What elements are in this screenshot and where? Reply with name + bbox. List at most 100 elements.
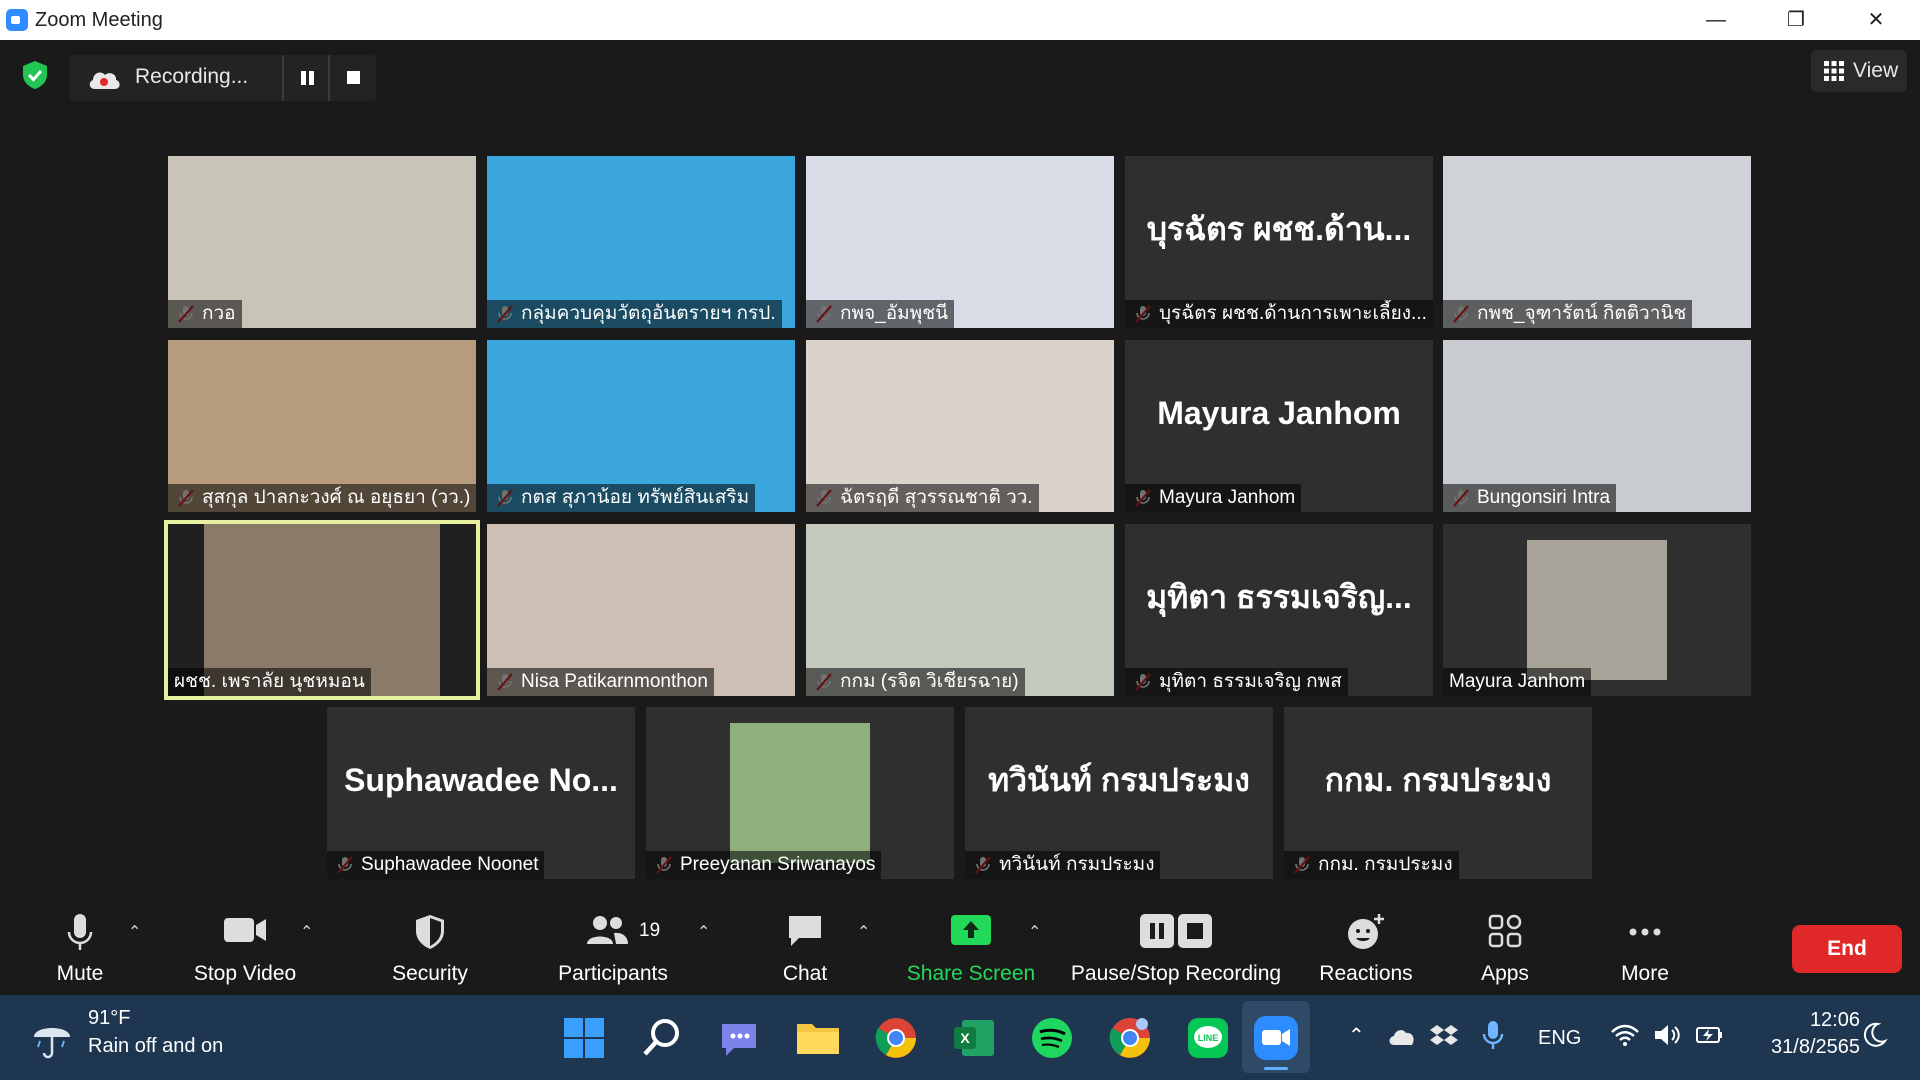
video-camera-icon	[224, 918, 266, 942]
stop-recording-button[interactable]	[328, 55, 376, 101]
pause-recording-button[interactable]	[282, 55, 330, 101]
video-tile[interactable]: มุทิตา ธรรมเจริญ... มุทิตา ธรรมเจริญ กพส	[1125, 524, 1433, 696]
microphone-icon	[67, 914, 93, 950]
tile-name-display	[806, 524, 1114, 670]
svg-text:X: X	[960, 1030, 970, 1046]
pause-icon	[301, 71, 314, 85]
apps-icon	[1488, 914, 1522, 948]
end-meeting-button[interactable]: End	[1792, 925, 1902, 973]
video-tile[interactable]: สุสกุล ปาลกะวงศ์ ณ อยุธยา (วว.)	[168, 340, 476, 512]
video-options-caret-icon[interactable]: ⌃	[300, 922, 313, 942]
chat-options-caret-icon[interactable]: ⌃	[857, 922, 870, 942]
tile-name-label: ผชช. เพราลัย นุชหมอน	[168, 668, 371, 696]
pause-stop-recording-button[interactable]: Pause/Stop Recording	[1068, 900, 1284, 995]
video-tile[interactable]: Suphawadee No... Suphawadee Noonet	[327, 707, 635, 879]
stop-video-button[interactable]: Stop Video	[180, 900, 310, 995]
search-icon[interactable]	[636, 1012, 688, 1064]
wifi-icon[interactable]	[1610, 1023, 1640, 1047]
active-app-indicator	[1264, 1067, 1288, 1070]
tile-name-display: บุรฉัตร ผชช.ด้าน...	[1146, 210, 1412, 247]
video-tile[interactable]: Mayura Janhom	[1443, 524, 1751, 696]
tile-name-label: ทวินันท์ กรมประมง	[965, 851, 1161, 879]
reactions-icon	[1348, 914, 1384, 949]
video-tile[interactable]: Mayura Janhom Mayura Janhom	[1125, 340, 1433, 512]
video-tile[interactable]: ฉัตรฤดี สุวรรณชาติ วว.	[806, 340, 1114, 512]
tile-name-display	[806, 156, 1114, 302]
pause-stop-recording-label: Pause/Stop Recording	[1070, 962, 1282, 985]
system-clock[interactable]: 12:06 31/8/2565	[1740, 1009, 1860, 1059]
tile-name-display	[806, 340, 1114, 486]
onedrive-icon[interactable]	[1386, 1025, 1418, 1047]
spotify-icon[interactable]	[1026, 1012, 1078, 1064]
cloud-recording-icon	[89, 72, 120, 89]
microphone-in-use-icon[interactable]	[1482, 1019, 1504, 1053]
minimize-button[interactable]: —	[1676, 0, 1756, 40]
title-bar: Zoom Meeting — ❐ ✕	[0, 0, 1920, 40]
tile-name-display	[487, 340, 795, 486]
tile-name-display	[168, 524, 476, 670]
participants-label: Participants	[558, 962, 668, 985]
tile-name-label: กพจ_อัมพุชนี	[806, 300, 955, 328]
tile-name-display	[487, 524, 795, 670]
video-tile[interactable]: กกม. กรมประมง กกม. กรมประมง	[1284, 707, 1592, 879]
clock-date: 31/8/2565	[1771, 1036, 1860, 1058]
video-tile[interactable]: กพจ_อัมพุชนี	[806, 156, 1114, 328]
show-hidden-icons-caret-icon[interactable]: ⌃	[1348, 1023, 1365, 1048]
video-tile[interactable]: กลุ่มควบคุมวัตถุอันตรายฯ กรป.	[487, 156, 795, 328]
video-tile[interactable]: กตส สุภาน้อย ทรัพย์สินเสริม	[487, 340, 795, 512]
apps-button[interactable]: Apps	[1465, 900, 1545, 995]
tile-name-display: มุทิตา ธรรมเจริญ...	[1146, 578, 1412, 615]
chat-button[interactable]: Chat	[765, 900, 845, 995]
participants-count: 19	[639, 920, 661, 941]
dropbox-icon[interactable]	[1430, 1021, 1458, 1049]
tile-name-display: Suphawadee No...	[344, 761, 618, 798]
video-tile[interactable]: Preeyanan Sriwanayos	[646, 707, 954, 879]
participants-options-caret-icon[interactable]: ⌃	[697, 922, 710, 942]
share-screen-button[interactable]: Share Screen	[903, 900, 1039, 995]
clock-time: 12:06	[1809, 1009, 1860, 1031]
recording-indicator: Recording...	[70, 55, 376, 101]
file-explorer-icon[interactable]	[792, 1012, 844, 1064]
svg-text:LINE: LINE	[1198, 1033, 1219, 1043]
chrome-icon[interactable]	[870, 1012, 922, 1064]
restore-button[interactable]: ❐	[1756, 0, 1836, 40]
security-button[interactable]: Security	[380, 900, 480, 995]
battery-charging-icon[interactable]	[1694, 1023, 1724, 1047]
teams-chat-icon[interactable]	[714, 1012, 766, 1064]
video-tile[interactable]: Nisa Patikarnmonthon	[487, 524, 795, 696]
reactions-button[interactable]: Reactions	[1316, 900, 1416, 995]
view-button[interactable]: View	[1811, 50, 1907, 92]
more-label: More	[1621, 962, 1669, 985]
video-tile[interactable]: Bungonsiri Intra	[1443, 340, 1751, 512]
close-button[interactable]: ✕	[1836, 0, 1916, 40]
zoom-icon	[1254, 1016, 1298, 1060]
video-tile[interactable]: บุรฉัตร ผชช.ด้าน... บุรฉัตร ผชช.ด้านการเ…	[1125, 156, 1433, 328]
security-label: Security	[392, 962, 468, 985]
excel-icon[interactable]: X	[948, 1012, 1000, 1064]
line-icon[interactable]: LINE	[1182, 1012, 1234, 1064]
mute-button[interactable]: Mute	[40, 900, 120, 995]
chrome-alt-icon[interactable]	[1104, 1012, 1156, 1064]
tile-name-label: Mayura Janhom	[1125, 484, 1302, 512]
video-tile[interactable]: กพช_จุฑารัตน์ กิตติวานิช	[1443, 156, 1751, 328]
language-indicator[interactable]: ENG	[1538, 1027, 1581, 1050]
more-button[interactable]: More	[1605, 900, 1685, 995]
windows-icon[interactable]	[558, 1012, 610, 1064]
umbrella-rain-icon	[34, 1028, 70, 1059]
video-tile[interactable]: กวอ	[168, 156, 476, 328]
volume-icon[interactable]	[1652, 1023, 1682, 1047]
stop-video-label: Stop Video	[193, 962, 297, 985]
focus-moon-icon[interactable]	[1862, 1021, 1888, 1049]
video-tile-active-speaker[interactable]: ผชช. เพราลัย นุชหมอน	[164, 520, 480, 700]
recording-label: Recording...	[135, 65, 249, 88]
audio-options-caret-icon[interactable]: ⌃	[128, 922, 141, 942]
participants-button[interactable]: 19 Participants	[553, 900, 673, 995]
video-tile[interactable]: ทวินันท์ กรมประมง ทวินันท์ กรมประมง	[965, 707, 1273, 879]
tile-name-label: Bungonsiri Intra	[1443, 484, 1617, 512]
zoom-taskbar-active[interactable]	[1242, 1001, 1310, 1073]
tile-name-display: Mayura Janhom	[1157, 394, 1401, 431]
encryption-shield-icon[interactable]	[18, 58, 52, 92]
zoom-app-icon	[6, 9, 28, 31]
video-tile[interactable]: กกม (รจิต วิเชียรฉาย)	[806, 524, 1114, 696]
share-options-caret-icon[interactable]: ⌃	[1028, 922, 1041, 942]
